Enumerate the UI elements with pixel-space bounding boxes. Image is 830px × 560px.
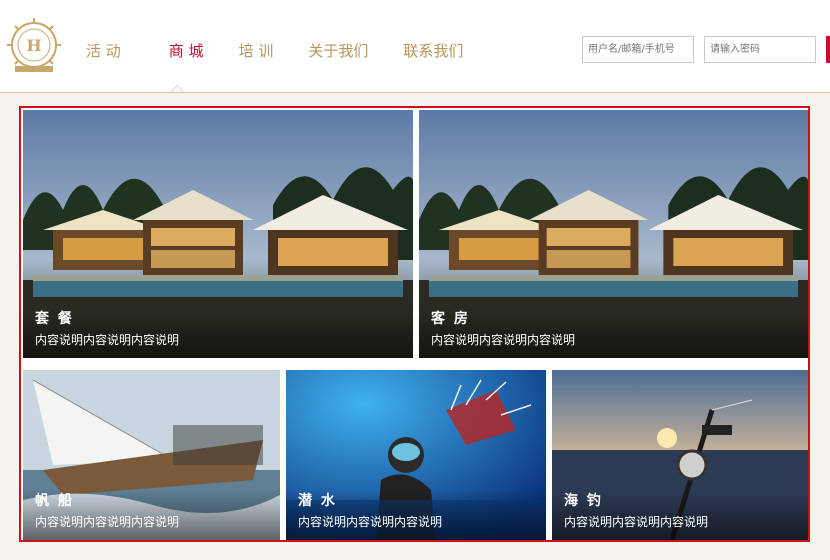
tile-package[interactable]: 套 餐 内容说明内容说明内容说明 xyxy=(23,110,413,358)
tile-description: 内容说明内容说明内容说明 xyxy=(298,515,443,529)
nav-item-activities[interactable]: 活 动 xyxy=(86,40,121,61)
tile-title: 套 餐 xyxy=(35,311,74,327)
tile-caption: 帆 船 内容说明内容说明内容说明 xyxy=(23,490,280,540)
main-nav: 活 动 商 城 培 训 关于我们 联系我们 xyxy=(86,40,463,61)
username-input[interactable] xyxy=(582,36,694,63)
tile-caption: 潜 水 内容说明内容说明内容说明 xyxy=(286,490,546,540)
tile-caption: 海 钓 内容说明内容说明内容说明 xyxy=(552,490,808,540)
nav-item-training[interactable]: 培 训 xyxy=(239,40,274,61)
svg-text:H: H xyxy=(26,36,41,55)
shop-category-grid: 套 餐 内容说明内容说明内容说明 客 房 内容说明内容说明内容说明 帆 船 内容… xyxy=(19,106,810,542)
tile-sailing[interactable]: 帆 船 内容说明内容说明内容说明 xyxy=(23,370,280,540)
nav-item-contact[interactable]: 联系我们 xyxy=(403,40,463,61)
tile-description: 内容说明内容说明内容说明 xyxy=(431,333,576,347)
tile-description: 内容说明内容说明内容说明 xyxy=(35,333,180,347)
tile-caption: 套 餐 内容说明内容说明内容说明 xyxy=(23,308,413,358)
tile-title: 客 房 xyxy=(431,311,470,327)
tile-fishing[interactable]: 海 钓 内容说明内容说明内容说明 xyxy=(552,370,808,540)
tile-rooms[interactable]: 客 房 内容说明内容说明内容说明 xyxy=(419,110,808,358)
brand-logo[interactable]: H xyxy=(5,16,63,76)
login-button[interactable] xyxy=(826,36,830,63)
nav-item-shop[interactable]: 商 城 xyxy=(169,40,204,61)
tile-caption: 客 房 内容说明内容说明内容说明 xyxy=(419,308,808,358)
tile-description: 内容说明内容说明内容说明 xyxy=(564,515,709,529)
nav-item-about[interactable]: 关于我们 xyxy=(308,40,368,61)
password-input[interactable] xyxy=(704,36,816,63)
header: H 活 动 商 城 培 训 关于我们 联系我们 xyxy=(0,0,830,93)
tile-title: 潜 水 xyxy=(298,493,337,509)
tile-description: 内容说明内容说明内容说明 xyxy=(35,515,180,529)
tile-title: 帆 船 xyxy=(35,493,74,509)
tile-diving[interactable]: 潜 水 内容说明内容说明内容说明 xyxy=(286,370,546,540)
tile-title: 海 钓 xyxy=(564,493,603,509)
